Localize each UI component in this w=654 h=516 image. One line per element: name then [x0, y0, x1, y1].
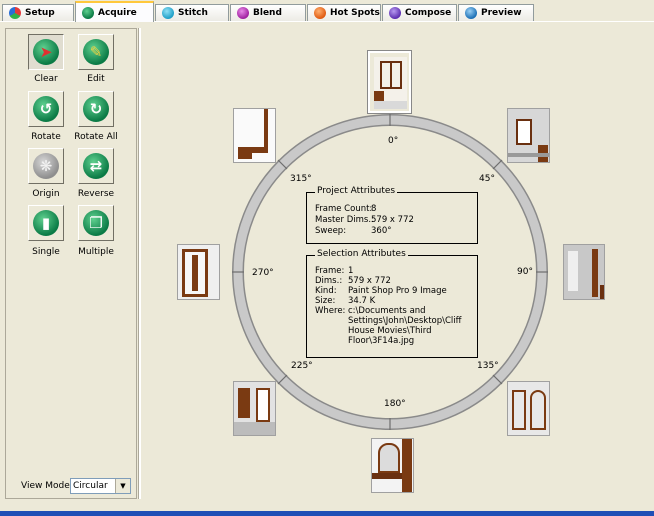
stitch-icon: [162, 7, 174, 19]
frame-thumbnail-180[interactable]: [371, 438, 414, 493]
reverse-label: Reverse: [77, 189, 115, 199]
multiple-button[interactable]: ❐: [78, 205, 114, 241]
frame-count-value: 8: [371, 204, 377, 214]
clear-icon: ➤: [33, 39, 59, 65]
frame-thumbnail-225[interactable]: [233, 381, 276, 436]
project-attributes-title: Project Attributes: [315, 186, 398, 196]
size-label: Size:: [315, 296, 336, 306]
rotate-icon: ↺: [33, 96, 59, 122]
angle-label-135: 135°: [477, 361, 499, 371]
tool-panel: [5, 28, 137, 499]
edit-icon: ✎: [83, 39, 109, 65]
reverse-button[interactable]: ⇄: [78, 148, 114, 184]
angle-label-0: 0°: [388, 136, 399, 146]
where-line: Settings\John\Desktop\Cliff: [348, 316, 462, 326]
preview-icon: [465, 7, 477, 19]
angle-label-45: 45°: [479, 174, 495, 184]
edit-label: Edit: [87, 74, 105, 84]
tab-preview[interactable]: Preview: [458, 4, 534, 21]
view-mode-select[interactable]: Circular ▼: [70, 478, 131, 494]
where-line: c:\Documents and: [348, 306, 426, 316]
where-line: House Movies\Third: [348, 326, 432, 336]
tab-hot-spots[interactable]: Hot Spots: [307, 4, 381, 21]
frame-value: 1: [348, 266, 354, 276]
origin-button[interactable]: ❋: [28, 148, 64, 184]
multiple-label: Multiple: [78, 247, 114, 257]
frame-thumbnail-0[interactable]: [367, 50, 412, 114]
angle-label-270: 270°: [252, 268, 274, 278]
rotate-button[interactable]: ↺: [28, 91, 64, 127]
angle-label-180: 180°: [384, 399, 406, 409]
hotspots-icon: [314, 7, 326, 19]
frame-thumbnail-135[interactable]: [507, 381, 550, 436]
single-icon: ▮: [33, 210, 59, 236]
chevron-down-icon[interactable]: ▼: [115, 479, 130, 493]
tab-bar: Setup Acquire Stitch Blend Hot Spots Com…: [0, 0, 654, 22]
selection-attributes-title: Selection Attributes: [315, 249, 408, 259]
rotate-all-label: Rotate All: [74, 132, 118, 142]
tab-label: Hot Spots: [330, 8, 380, 18]
master-dims-label: Master Dims.:: [315, 215, 374, 225]
angle-label-225: 225°: [291, 361, 313, 371]
master-dims-value: 579 x 772: [371, 215, 414, 225]
where-line: Floor\3F14a.jpg: [348, 336, 415, 346]
size-value: 34.7 K: [348, 296, 376, 306]
project-attributes-group: Project Attributes Frame Count: 8 Master…: [306, 186, 478, 244]
tab-setup[interactable]: Setup: [2, 4, 74, 21]
dims-value: 579 x 772: [348, 276, 391, 286]
origin-icon: ❋: [33, 153, 59, 179]
tab-label: Acquire: [98, 7, 137, 18]
angle-label-315: 315°: [290, 174, 312, 184]
selection-attributes-group: Selection Attributes Frame: 1 Dims.: 579…: [306, 249, 478, 358]
window-bottom-border: [0, 511, 654, 516]
multiple-icon: ❐: [83, 210, 109, 236]
tab-label: Preview: [481, 8, 522, 18]
dims-label: Dims.:: [315, 276, 343, 286]
frame-thumbnail-315[interactable]: [233, 108, 276, 163]
tab-label: Stitch: [178, 8, 208, 18]
frame-thumbnail-270[interactable]: [177, 244, 220, 300]
sweep-label: Sweep:: [315, 226, 347, 236]
rotate-all-icon: ↻: [83, 96, 109, 122]
angle-label-90: 90°: [517, 267, 533, 277]
tab-label: Setup: [25, 8, 55, 18]
edit-button[interactable]: ✎: [78, 34, 114, 70]
frame-thumbnail-90[interactable]: [563, 244, 605, 300]
view-mode-value: Circular: [73, 481, 108, 491]
panel-splitter[interactable]: [138, 28, 141, 499]
acquire-icon: [82, 6, 94, 19]
frame-count-label: Frame Count:: [315, 204, 373, 214]
setup-icon: [9, 7, 21, 19]
tab-label: Blend: [253, 8, 282, 18]
blend-icon: [237, 7, 249, 19]
compose-icon: [389, 7, 401, 19]
sweep-value: 360°: [371, 226, 392, 236]
where-label: Where:: [315, 306, 346, 316]
view-mode-label: View Mode:: [21, 481, 73, 491]
rotate-all-button[interactable]: ↻: [78, 91, 114, 127]
reverse-icon: ⇄: [83, 153, 109, 179]
tab-compose[interactable]: Compose: [382, 4, 457, 21]
frame-label: Frame:: [315, 266, 345, 276]
tab-acquire[interactable]: Acquire: [75, 1, 154, 22]
kind-value: Paint Shop Pro 9 Image: [348, 286, 447, 296]
kind-label: Kind:: [315, 286, 337, 296]
clear-button[interactable]: ➤: [28, 34, 64, 70]
tab-stitch[interactable]: Stitch: [155, 4, 229, 21]
frame-thumbnail-45[interactable]: [507, 108, 550, 163]
tab-label: Compose: [405, 8, 452, 18]
tab-blend[interactable]: Blend: [230, 4, 306, 21]
single-button[interactable]: ▮: [28, 205, 64, 241]
